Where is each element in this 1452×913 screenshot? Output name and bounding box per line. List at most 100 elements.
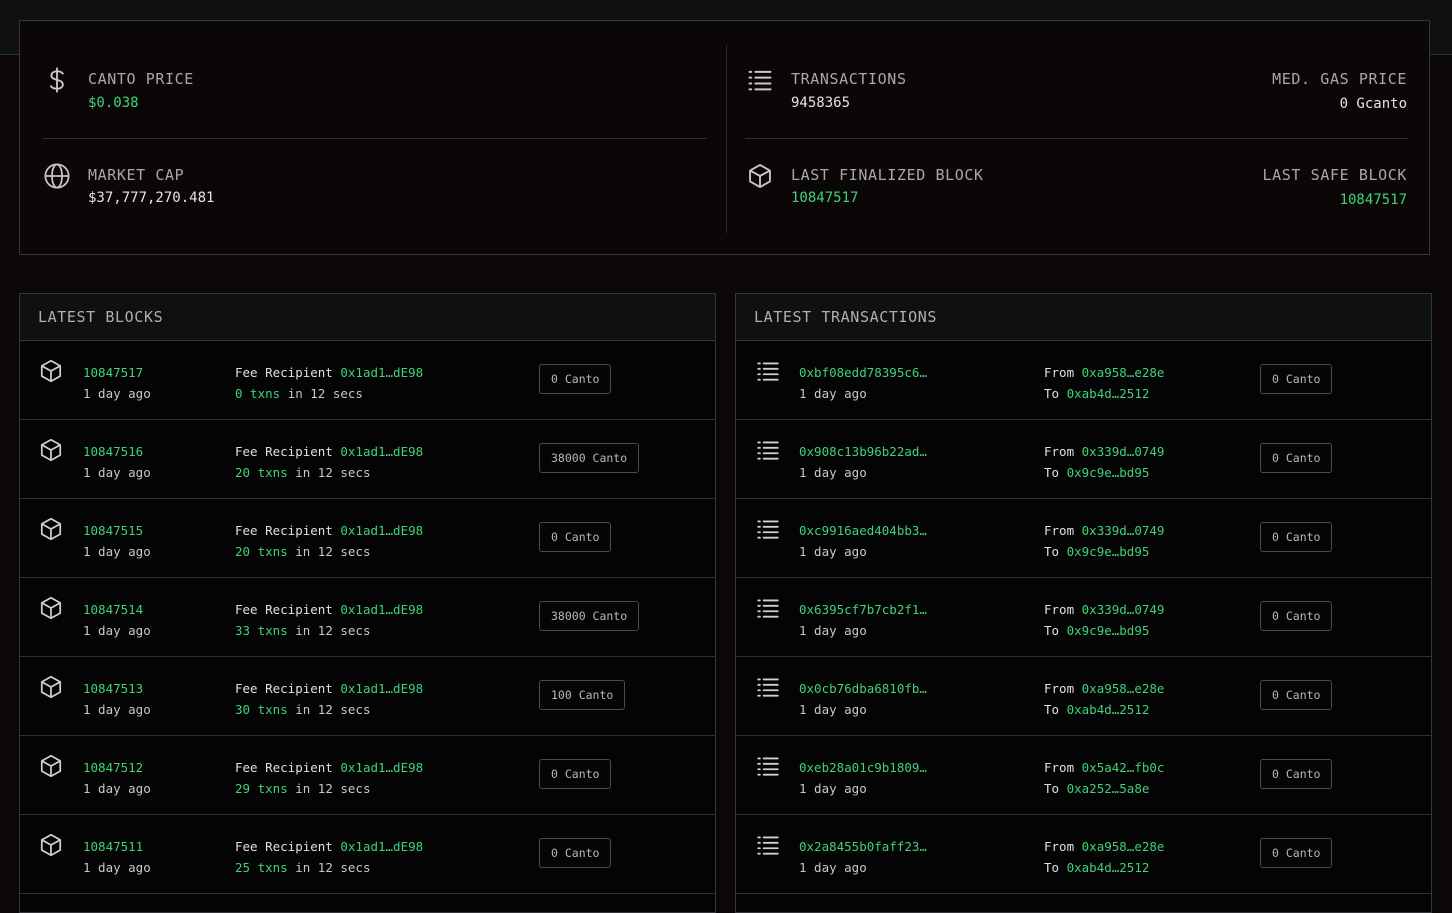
from-address-link[interactable]: 0xa958…e28e (1082, 839, 1165, 854)
block-txns-link[interactable]: 30 txns (235, 702, 288, 717)
gas-price-label: MED. GAS PRICE (1272, 70, 1407, 88)
transactions-list: 0xbf08edd78395c6… 1 day ago From 0xa958…e2… (736, 341, 1431, 894)
block-age: 1 day ago (83, 623, 151, 638)
block-number-link[interactable]: 10847513 (83, 678, 151, 699)
block-reward-badge: 0 Canto (539, 364, 612, 394)
cube-icon (38, 358, 64, 384)
block-number-link[interactable]: 10847517 (83, 362, 151, 383)
fee-recipient-link[interactable]: 0x1ad1…dE98 (340, 365, 423, 380)
to-address-link[interactable]: 0xab4d…2512 (1067, 386, 1150, 401)
transaction-hash-link[interactable]: 0xeb28a01c9b1809… (799, 757, 927, 778)
block-row: 10847511 1 day ago Fee Recipient 0x1ad1…dE… (20, 815, 715, 894)
block-info: 10847513 1 day ago (83, 678, 151, 720)
block-age: 1 day ago (83, 465, 151, 480)
cube-icon (746, 162, 776, 192)
transaction-age: 1 day ago (799, 860, 867, 875)
block-txns-link[interactable]: 20 txns (235, 544, 288, 559)
to-address-link[interactable]: 0x9c9e…bd95 (1067, 623, 1150, 638)
transactions-value: 9458365 (791, 95, 851, 111)
to-address-link[interactable]: 0xab4d…2512 (1067, 702, 1150, 717)
gas-price-stat: MED. GAS PRICE 0 Gcanto (1272, 70, 1407, 112)
transaction-info: 0xeb28a01c9b1809… 1 day ago (799, 757, 927, 799)
to-address-link[interactable]: 0xab4d…2512 (1067, 860, 1150, 875)
transaction-age: 1 day ago (799, 386, 867, 401)
block-row: 10847513 1 day ago Fee Recipient 0x1ad1…dE… (20, 657, 715, 736)
transaction-value-badge: 0 Canto (1260, 759, 1333, 789)
to-label: To (1044, 860, 1060, 875)
block-reward-badge: 0 Canto (539, 838, 612, 868)
fee-recipient-label: Fee Recipient (235, 681, 333, 696)
stats-divider (43, 138, 707, 139)
transaction-parties: From 0x339d…0749 To 0x9c9e…bd95 (1044, 441, 1164, 483)
to-address-link[interactable]: 0x9c9e…bd95 (1067, 465, 1150, 480)
from-address-link[interactable]: 0x339d…0749 (1082, 602, 1165, 617)
from-address-link[interactable]: 0x5a42…fb0c (1082, 760, 1165, 775)
block-info: 10847515 1 day ago (83, 520, 151, 562)
list-icon (755, 437, 781, 463)
list-icon (755, 753, 781, 779)
transaction-row: 0x908c13b96b22ad… 1 day ago From 0x339d…07… (736, 420, 1431, 499)
fee-recipient-link[interactable]: 0x1ad1…dE98 (340, 523, 423, 538)
transaction-hash-link[interactable]: 0xc9916aed404bb3… (799, 520, 927, 541)
block-txns-link[interactable]: 25 txns (235, 860, 288, 875)
fee-recipient-link[interactable]: 0x1ad1…dE98 (340, 602, 423, 617)
canto-price-value: $0.038 (88, 95, 139, 111)
from-address-link[interactable]: 0x339d…0749 (1082, 523, 1165, 538)
market-cap-value: $37,777,270.481 (88, 190, 215, 206)
transaction-row: 0xc9916aed404bb3… 1 day ago From 0x339d…07… (736, 499, 1431, 578)
transaction-value-badge: 0 Canto (1260, 443, 1333, 473)
stats-divider (726, 45, 727, 233)
block-row: 10847515 1 day ago Fee Recipient 0x1ad1…dE… (20, 499, 715, 578)
from-address-link[interactable]: 0x339d…0749 (1082, 444, 1165, 459)
transaction-age: 1 day ago (799, 702, 867, 717)
fee-recipient-link[interactable]: 0x1ad1…dE98 (340, 681, 423, 696)
block-txns-link[interactable]: 33 txns (235, 623, 288, 638)
fee-recipient-label: Fee Recipient (235, 602, 333, 617)
to-label: To (1044, 386, 1060, 401)
from-address-link[interactable]: 0xa958…e28e (1082, 681, 1165, 696)
latest-transactions-panel: LATEST TRANSACTIONS 0xbf08edd78395c6… 1 d… (735, 293, 1432, 913)
transaction-hash-link[interactable]: 0x6395cf7b7cb2f1… (799, 599, 927, 620)
from-label: From (1044, 681, 1075, 696)
safe-block-value[interactable]: 10847517 (1263, 192, 1407, 208)
block-number-link[interactable]: 10847512 (83, 757, 151, 778)
transaction-row: 0x2a8455b0faff23… 1 day ago From 0xa958…e2… (736, 815, 1431, 894)
transaction-value-badge: 0 Canto (1260, 680, 1333, 710)
transaction-row: 0x0cb76dba6810fb… 1 day ago From 0xa958…e2… (736, 657, 1431, 736)
transaction-row: 0xbf08edd78395c6… 1 day ago From 0xa958…e2… (736, 341, 1431, 420)
blocks-list: 10847517 1 day ago Fee Recipient 0x1ad1…dE… (20, 341, 715, 894)
safe-block-stat: LAST SAFE BLOCK 10847517 (1263, 166, 1407, 208)
transaction-parties: From 0x339d…0749 To 0x9c9e…bd95 (1044, 599, 1164, 641)
block-number-link[interactable]: 10847516 (83, 441, 151, 462)
fee-recipient-link[interactable]: 0x1ad1…dE98 (340, 444, 423, 459)
fee-recipient-link[interactable]: 0x1ad1…dE98 (340, 839, 423, 854)
from-address-link[interactable]: 0xa958…e28e (1082, 365, 1165, 380)
block-number-link[interactable]: 10847511 (83, 836, 151, 857)
from-label: From (1044, 523, 1075, 538)
block-info: 10847514 1 day ago (83, 599, 151, 641)
transaction-parties: From 0xa958…e28e To 0xab4d…2512 (1044, 678, 1164, 720)
to-address-link[interactable]: 0xa252…5a8e (1067, 781, 1150, 796)
transaction-hash-link[interactable]: 0x0cb76dba6810fb… (799, 678, 927, 699)
block-txns-link[interactable]: 0 txns (235, 386, 280, 401)
list-icon (755, 358, 781, 384)
finalized-block-value[interactable]: 10847517 (791, 190, 858, 206)
fee-recipient-label: Fee Recipient (235, 760, 333, 775)
transaction-hash-link[interactable]: 0x2a8455b0faff23… (799, 836, 927, 857)
from-label: From (1044, 365, 1075, 380)
block-txns-link[interactable]: 29 txns (235, 781, 288, 796)
fee-recipient-link[interactable]: 0x1ad1…dE98 (340, 760, 423, 775)
transaction-hash-link[interactable]: 0x908c13b96b22ad… (799, 441, 927, 462)
transaction-info: 0x6395cf7b7cb2f1… 1 day ago (799, 599, 927, 641)
to-label: To (1044, 623, 1060, 638)
to-address-link[interactable]: 0x9c9e…bd95 (1067, 544, 1150, 559)
block-duration: in 12 secs (295, 465, 371, 480)
block-meta: Fee Recipient 0x1ad1…dE98 25 txns in 12 s… (235, 836, 423, 878)
transaction-parties: From 0xa958…e28e To 0xab4d…2512 (1044, 362, 1164, 404)
block-reward-badge: 100 Canto (539, 680, 626, 710)
block-age: 1 day ago (83, 781, 151, 796)
transaction-hash-link[interactable]: 0xbf08edd78395c6… (799, 362, 927, 383)
block-number-link[interactable]: 10847514 (83, 599, 151, 620)
block-number-link[interactable]: 10847515 (83, 520, 151, 541)
block-txns-link[interactable]: 20 txns (235, 465, 288, 480)
